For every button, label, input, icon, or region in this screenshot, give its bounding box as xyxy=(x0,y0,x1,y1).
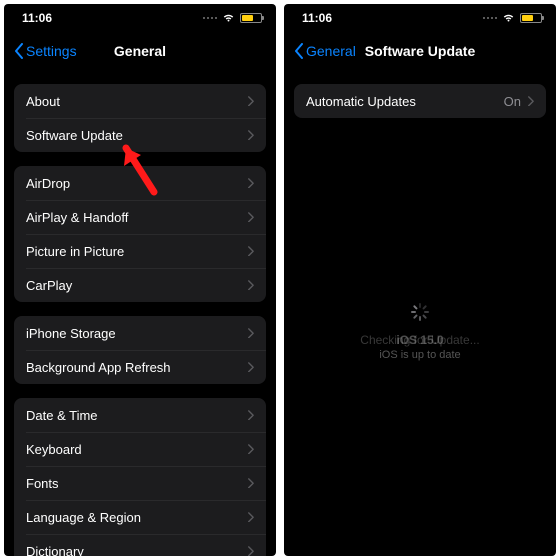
row-label: Dictionary xyxy=(26,544,247,557)
back-button[interactable]: Settings xyxy=(14,43,77,59)
row-label: AirDrop xyxy=(26,176,247,191)
row-label: Fonts xyxy=(26,476,247,491)
battery-icon xyxy=(520,13,542,23)
status-indicators xyxy=(203,13,262,23)
settings-row-airplay-handoff[interactable]: AirPlay & Handoff xyxy=(14,200,266,234)
nav-bar: General Software Update xyxy=(284,32,556,70)
row-label: Keyboard xyxy=(26,442,247,457)
settings-row-about[interactable]: About xyxy=(14,84,266,118)
chevron-right-icon xyxy=(247,546,254,557)
settings-row-keyboard[interactable]: Keyboard xyxy=(14,432,266,466)
settings-group: Date & Time Keyboard Fonts Language & Regio… xyxy=(14,398,266,556)
row-label: AirPlay & Handoff xyxy=(26,210,247,225)
back-label: General xyxy=(306,43,356,59)
chevron-right-icon xyxy=(247,478,254,489)
row-label: About xyxy=(26,94,247,109)
settings-row-airdrop[interactable]: AirDrop xyxy=(14,166,266,200)
status-bar: 11:06 xyxy=(284,4,556,32)
clock: 11:06 xyxy=(302,11,332,25)
uptodate-text: iOS is up to date xyxy=(284,347,556,364)
settings-group: iPhone Storage Background App Refresh xyxy=(14,316,266,384)
software-update-screen: Automatic Updates On Checking for Update… xyxy=(284,70,556,556)
settings-row-date-time[interactable]: Date & Time xyxy=(14,398,266,432)
update-status: Checking for Update... iOS 15.0 iOS is u… xyxy=(284,303,556,364)
chevron-right-icon xyxy=(247,328,254,339)
chevron-right-icon xyxy=(247,212,254,223)
phone-left: 11:06 Settings General About Software Upd… xyxy=(4,4,276,556)
row-value: On xyxy=(504,94,521,109)
chevron-right-icon xyxy=(247,178,254,189)
back-label: Settings xyxy=(26,43,77,59)
chevron-right-icon xyxy=(247,410,254,421)
settings-row-language-region[interactable]: Language & Region xyxy=(14,500,266,534)
wifi-icon xyxy=(222,13,235,23)
settings-row-iphone-storage[interactable]: iPhone Storage xyxy=(14,316,266,350)
settings-row-picture-in-picture[interactable]: Picture in Picture xyxy=(14,234,266,268)
chevron-right-icon xyxy=(247,246,254,257)
automatic-updates-row[interactable]: Automatic Updates On xyxy=(294,84,546,118)
chevron-right-icon xyxy=(247,130,254,141)
wifi-icon xyxy=(502,13,515,23)
more-dots-icon xyxy=(203,17,217,19)
chevron-right-icon xyxy=(247,96,254,107)
status-bar: 11:06 xyxy=(4,4,276,32)
chevron-left-icon xyxy=(294,43,304,59)
settings-group: AirDrop AirPlay & Handoff Picture in Pictu… xyxy=(14,166,266,302)
row-label: Date & Time xyxy=(26,408,247,423)
row-label: Background App Refresh xyxy=(26,360,247,375)
status-indicators xyxy=(483,13,542,23)
row-label: Software Update xyxy=(26,128,247,143)
chevron-right-icon xyxy=(247,362,254,373)
nav-bar: Settings General xyxy=(4,32,276,70)
more-dots-icon xyxy=(483,17,497,19)
settings-row-background-app-refresh[interactable]: Background App Refresh xyxy=(14,350,266,384)
chevron-right-icon xyxy=(527,96,534,107)
chevron-right-icon xyxy=(247,512,254,523)
chevron-right-icon xyxy=(247,280,254,291)
general-settings-list[interactable]: About Software Update AirDrop AirPlay & Han… xyxy=(4,70,276,556)
battery-icon xyxy=(240,13,262,23)
version-text: iOS 15.0 xyxy=(284,331,556,349)
chevron-left-icon xyxy=(14,43,24,59)
row-label: Picture in Picture xyxy=(26,244,247,259)
clock: 11:06 xyxy=(22,11,52,25)
settings-row-fonts[interactable]: Fonts xyxy=(14,466,266,500)
row-label: Language & Region xyxy=(26,510,247,525)
settings-row-carplay[interactable]: CarPlay xyxy=(14,268,266,302)
back-button[interactable]: General xyxy=(294,43,356,59)
settings-row-dictionary[interactable]: Dictionary xyxy=(14,534,266,556)
row-label: Automatic Updates xyxy=(306,94,504,109)
spinner-icon xyxy=(411,303,429,321)
row-label: CarPlay xyxy=(26,278,247,293)
row-label: iPhone Storage xyxy=(26,326,247,341)
settings-row-software-update[interactable]: Software Update xyxy=(14,118,266,152)
chevron-right-icon xyxy=(247,444,254,455)
settings-group: About Software Update xyxy=(14,84,266,152)
phone-right: 11:06 General Software Update Automatic … xyxy=(284,4,556,556)
